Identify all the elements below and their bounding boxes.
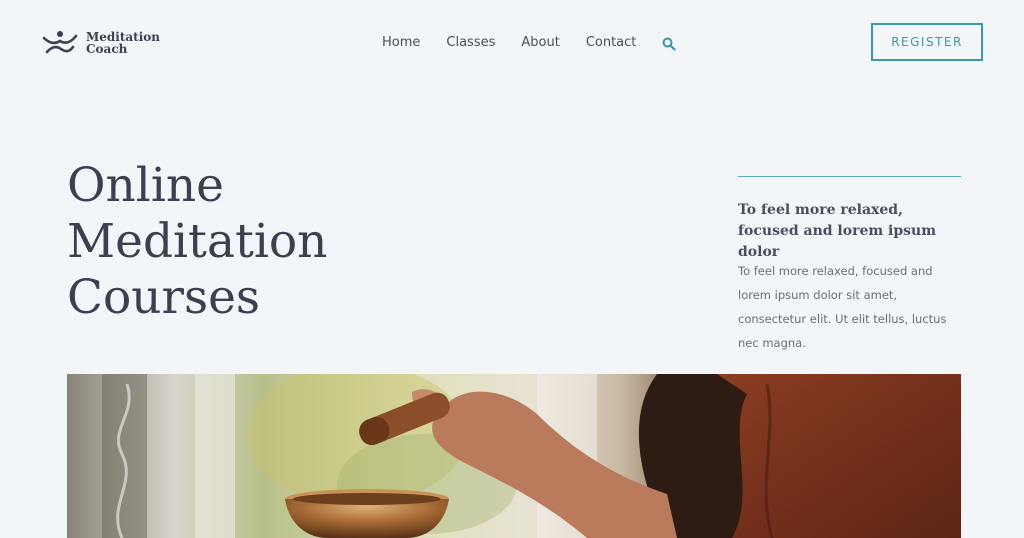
main-nav: Home Classes About Contact: [382, 35, 676, 51]
search-icon[interactable]: [662, 36, 676, 51]
register-button[interactable]: REGISTER: [871, 23, 983, 61]
nav-classes[interactable]: Classes: [446, 35, 495, 50]
divider: [738, 176, 961, 177]
nav-contact[interactable]: Contact: [586, 35, 637, 50]
title-line-3: Courses: [67, 270, 261, 325]
page-title: Online Meditation Courses: [67, 158, 427, 326]
brand-name-line2: Coach: [86, 42, 128, 56]
nav-about[interactable]: About: [521, 35, 559, 50]
nav-home[interactable]: Home: [382, 35, 420, 50]
brand-name: Meditation Coach: [86, 31, 160, 55]
meditation-figure-icon: [42, 31, 78, 54]
hero-description: To feel more relaxed, focused and lorem …: [738, 264, 947, 350]
title-line-2: Meditation: [67, 214, 328, 269]
hero-photo: [67, 374, 961, 538]
title-line-1: Online: [67, 158, 224, 213]
brand-logo[interactable]: Meditation Coach: [42, 30, 160, 56]
hero-subheading: To feel more relaxed, focused and lorem …: [738, 202, 937, 260]
